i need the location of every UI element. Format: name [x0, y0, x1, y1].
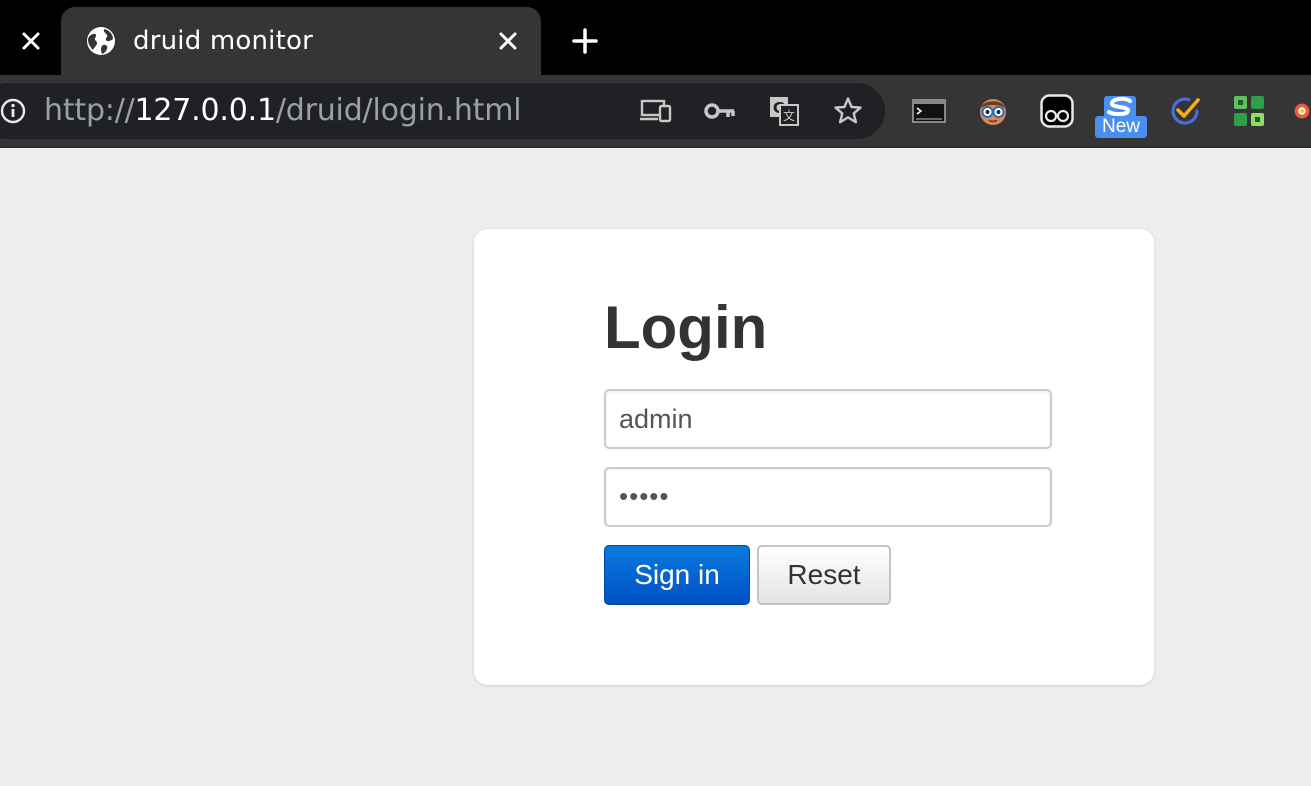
address-bar[interactable]: http://127.0.0.1/druid/login.html G 文	[0, 83, 885, 139]
login-card: Login admin ••••• Sign in Reset	[474, 229, 1154, 685]
info-icon[interactable]	[0, 98, 26, 124]
key-icon[interactable]	[704, 95, 736, 127]
tab-title: druid monitor	[133, 26, 313, 56]
red-circle-extension-icon[interactable]	[1293, 93, 1311, 129]
devices-icon[interactable]	[640, 95, 672, 127]
glasses-extension-icon[interactable]	[1039, 93, 1075, 129]
close-icon[interactable]	[491, 24, 525, 58]
username-value: admin	[619, 404, 693, 434]
reset-button[interactable]: Reset	[757, 545, 891, 605]
grid-apps-extension-icon[interactable]	[1231, 93, 1267, 129]
browser-tab-active[interactable]: druid monitor	[61, 7, 541, 75]
password-input[interactable]: •••••	[604, 467, 1052, 527]
new-tab-button[interactable]	[566, 22, 604, 60]
sign-in-button[interactable]: Sign in	[604, 545, 750, 605]
login-title: Login	[604, 294, 768, 361]
svg-text:文: 文	[783, 108, 795, 123]
username-input[interactable]: admin	[604, 389, 1052, 449]
terminal-extension-icon[interactable]	[911, 93, 947, 129]
url-text[interactable]: http://127.0.0.1/druid/login.html	[44, 93, 522, 128]
browser-toolbar: http://127.0.0.1/druid/login.html G 文	[0, 75, 1311, 148]
translate-icon[interactable]: G 文	[768, 95, 800, 127]
plus-icon	[572, 28, 598, 54]
close-icon[interactable]	[14, 24, 48, 58]
nerd-face-extension-icon[interactable]	[975, 93, 1011, 129]
tab-strip: druid monitor	[0, 0, 1311, 75]
globe-icon	[85, 25, 117, 57]
password-value: •••••	[619, 481, 670, 511]
new-badge: New	[1095, 116, 1147, 138]
bookmark-star-icon[interactable]	[832, 95, 864, 127]
url-host: 127.0.0.1	[134, 93, 277, 128]
url-path: /druid/login.html	[275, 93, 522, 128]
url-scheme: http://	[44, 93, 135, 128]
check-task-extension-icon[interactable]	[1167, 93, 1203, 129]
